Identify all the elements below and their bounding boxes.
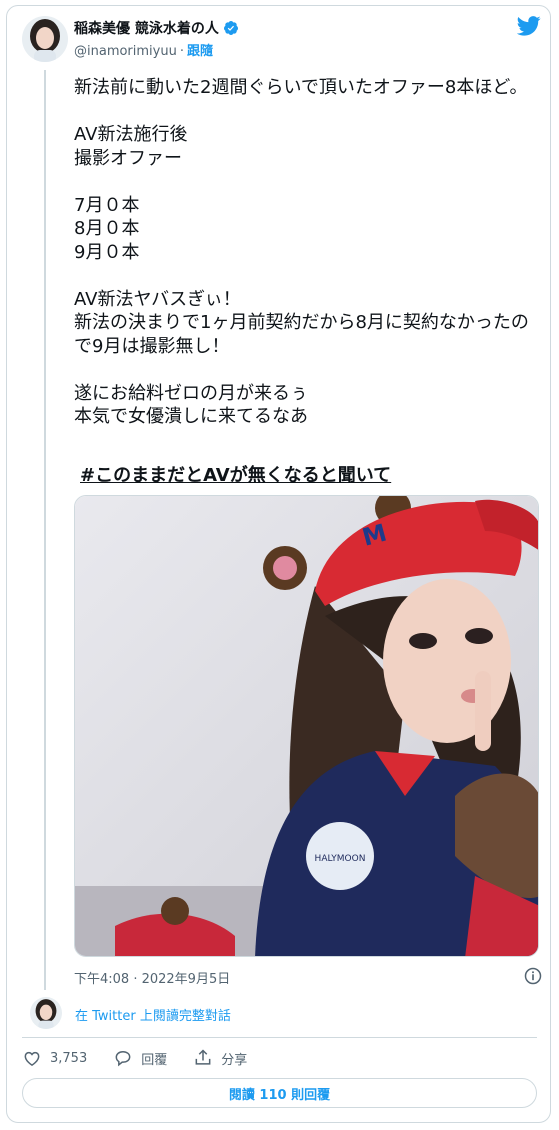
svg-text:HALYMOON: HALYMOON (315, 854, 366, 864)
separator-dot: · (179, 44, 184, 59)
reply-button[interactable]: 回覆 (113, 1048, 167, 1068)
thread-connector-line (44, 70, 46, 990)
actions-divider (22, 1037, 537, 1038)
heart-icon (24, 1051, 40, 1066)
tweet-text: 新法前に動いた2週間ぐらいで頂いたオファー8本ほど。 AV新法施行後 撮影オファ… (74, 77, 529, 427)
share-button[interactable]: 分享 (193, 1048, 247, 1068)
like-button[interactable]: 3,753 (22, 1048, 87, 1068)
twitter-bird-icon[interactable] (517, 16, 541, 36)
author-handle-row: @inamorimiyuu · 跟隨 (74, 40, 213, 59)
follow-link[interactable]: 跟隨 (187, 44, 213, 59)
reply-icon (115, 1050, 131, 1067)
author-avatar[interactable] (22, 16, 68, 62)
author-display-name[interactable]: 稲森美優 競泳水着の人 (74, 18, 219, 38)
tweet-timestamp[interactable]: 下午4:08 · 2022年9月5日 (74, 968, 230, 987)
share-label: 分享 (221, 1052, 248, 1068)
verified-badge-icon (223, 21, 238, 35)
reply-context-avatar[interactable] (30, 997, 62, 1029)
action-bar: 3,753 回覆 分享 (22, 1046, 273, 1070)
author-name-row[interactable]: 稲森美優 競泳水着の人 (74, 18, 239, 38)
read-full-conversation-link[interactable]: 在 Twitter 上閱讀完整對話 (75, 1005, 231, 1024)
read-replies-button[interactable]: 閱讀 110 則回覆 (22, 1078, 537, 1108)
like-count: 3,753 (50, 1050, 88, 1066)
reply-label: 回覆 (141, 1052, 168, 1068)
info-icon[interactable] (523, 966, 543, 986)
author-handle[interactable]: @inamorimiyuu (74, 44, 177, 59)
hashtag-link[interactable]: #このままだとAVが無くなると聞いて (80, 461, 391, 487)
share-icon (195, 1049, 211, 1065)
tweet-photo[interactable]: M HALYMOON (74, 495, 539, 957)
